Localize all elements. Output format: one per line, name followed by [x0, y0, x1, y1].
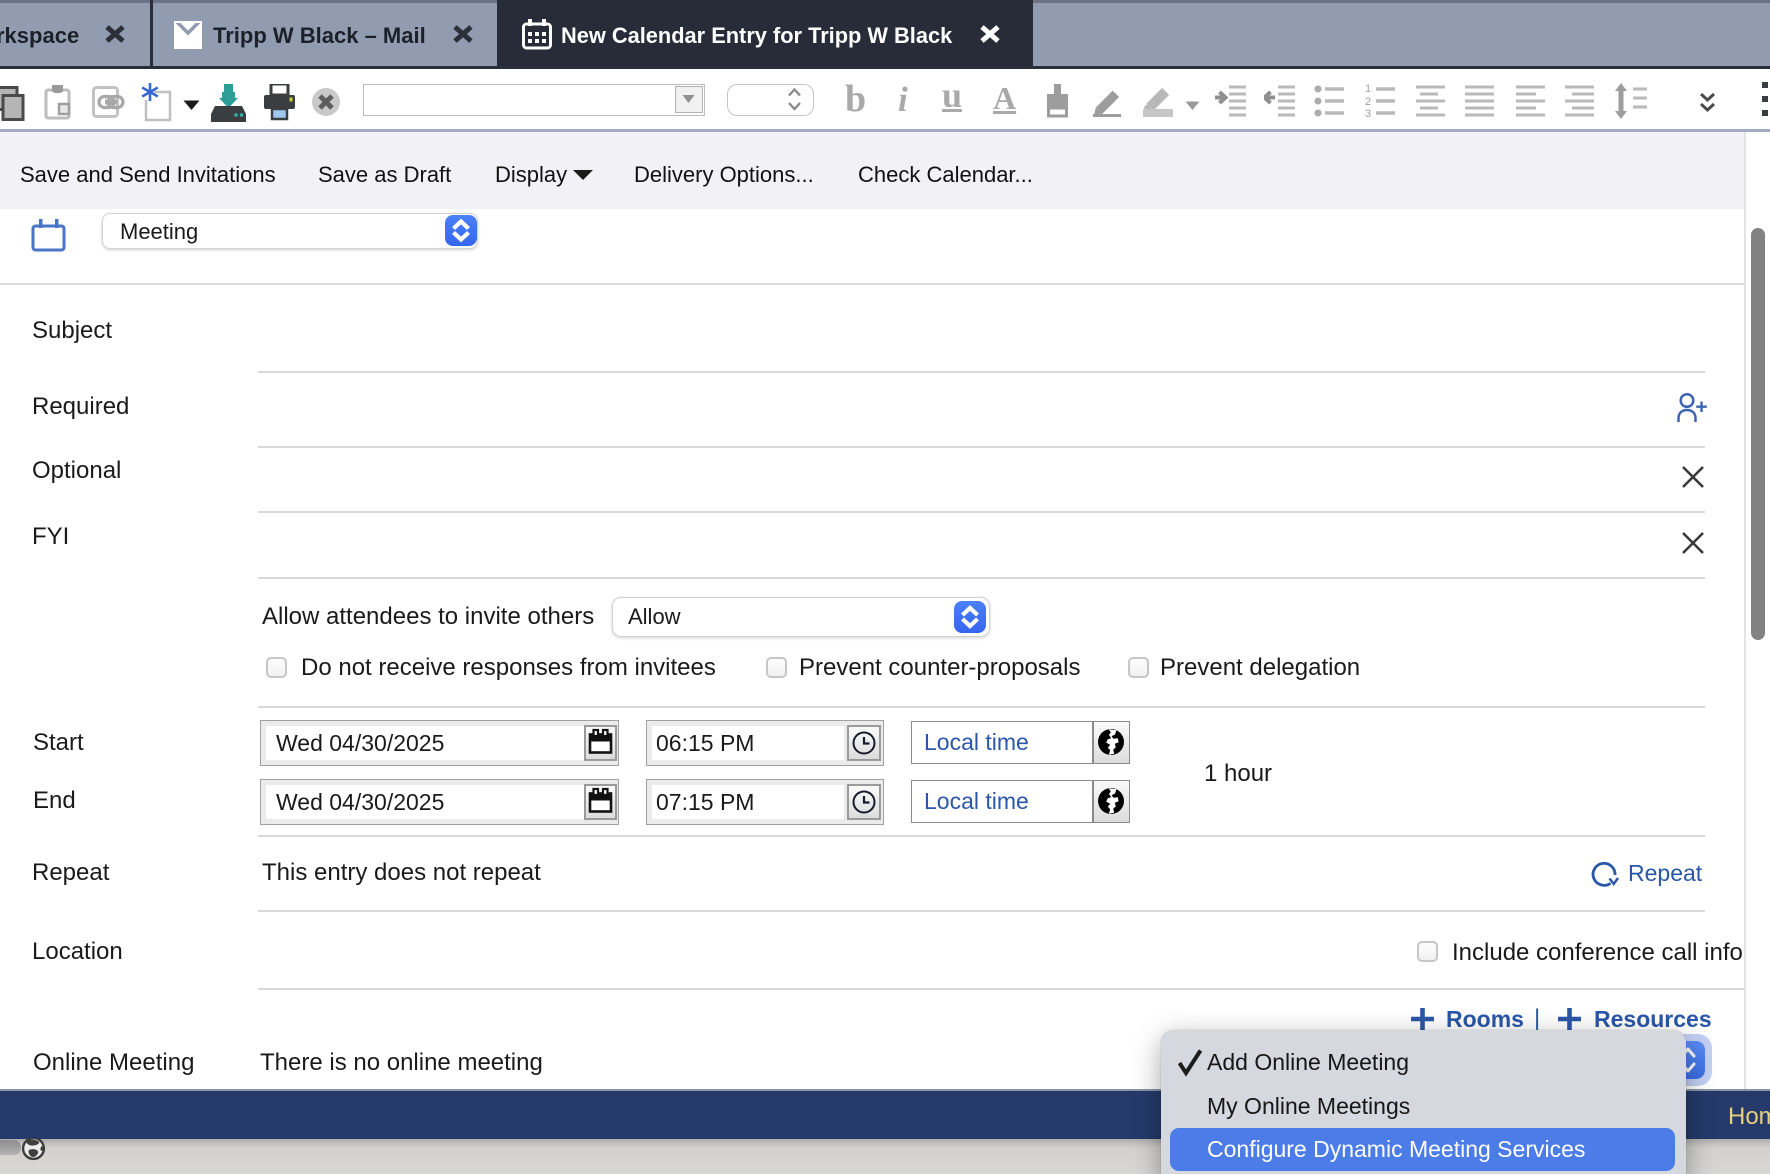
svg-text:3: 3	[1365, 108, 1371, 117]
svg-text:1: 1	[1365, 83, 1371, 95]
svg-text:2: 2	[1365, 96, 1371, 108]
